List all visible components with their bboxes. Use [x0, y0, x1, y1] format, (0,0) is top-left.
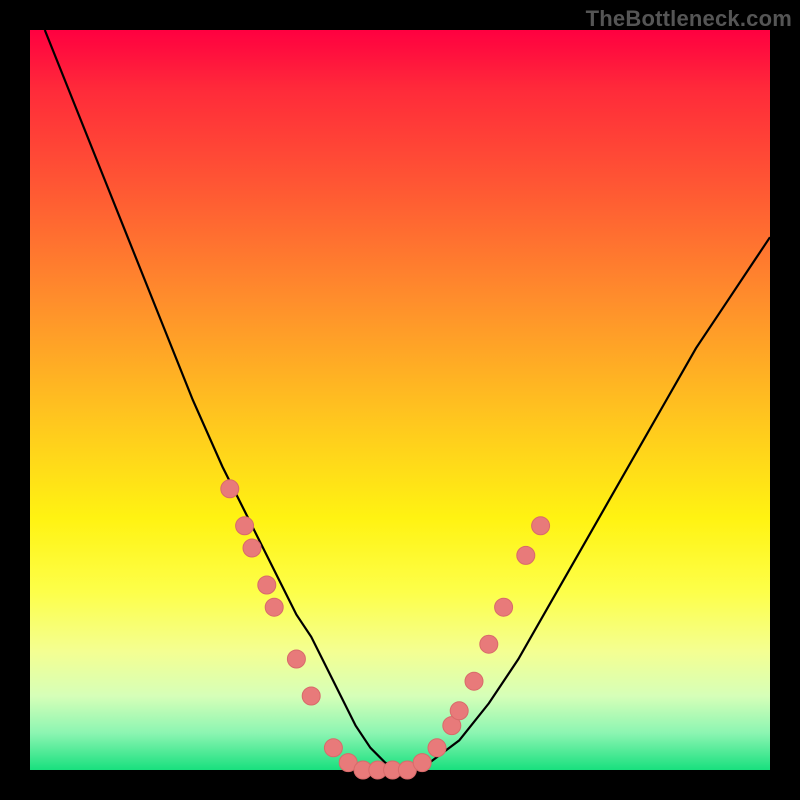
chart-container: TheBottleneck.com: [0, 0, 800, 800]
data-point-right-3: [450, 702, 468, 720]
data-point-right-1: [428, 739, 446, 757]
data-points-group: [221, 480, 550, 779]
data-point-bottom-7: [413, 754, 431, 772]
data-point-right-5: [480, 635, 498, 653]
data-point-left-5: [265, 598, 283, 616]
plot-area: [30, 30, 770, 770]
data-point-left-2: [236, 517, 254, 535]
data-point-right-7: [517, 546, 535, 564]
data-point-left-3: [243, 539, 261, 557]
watermark-text: TheBottleneck.com: [586, 6, 792, 32]
data-point-bottom-1: [324, 739, 342, 757]
data-point-left-4: [258, 576, 276, 594]
bottleneck-curve: [45, 30, 770, 770]
bottleneck-curve-svg: [30, 30, 770, 770]
data-point-left-7: [302, 687, 320, 705]
data-point-right-4: [465, 672, 483, 690]
data-point-right-8: [532, 517, 550, 535]
data-point-left-1: [221, 480, 239, 498]
data-point-left-6: [287, 650, 305, 668]
data-point-right-6: [495, 598, 513, 616]
